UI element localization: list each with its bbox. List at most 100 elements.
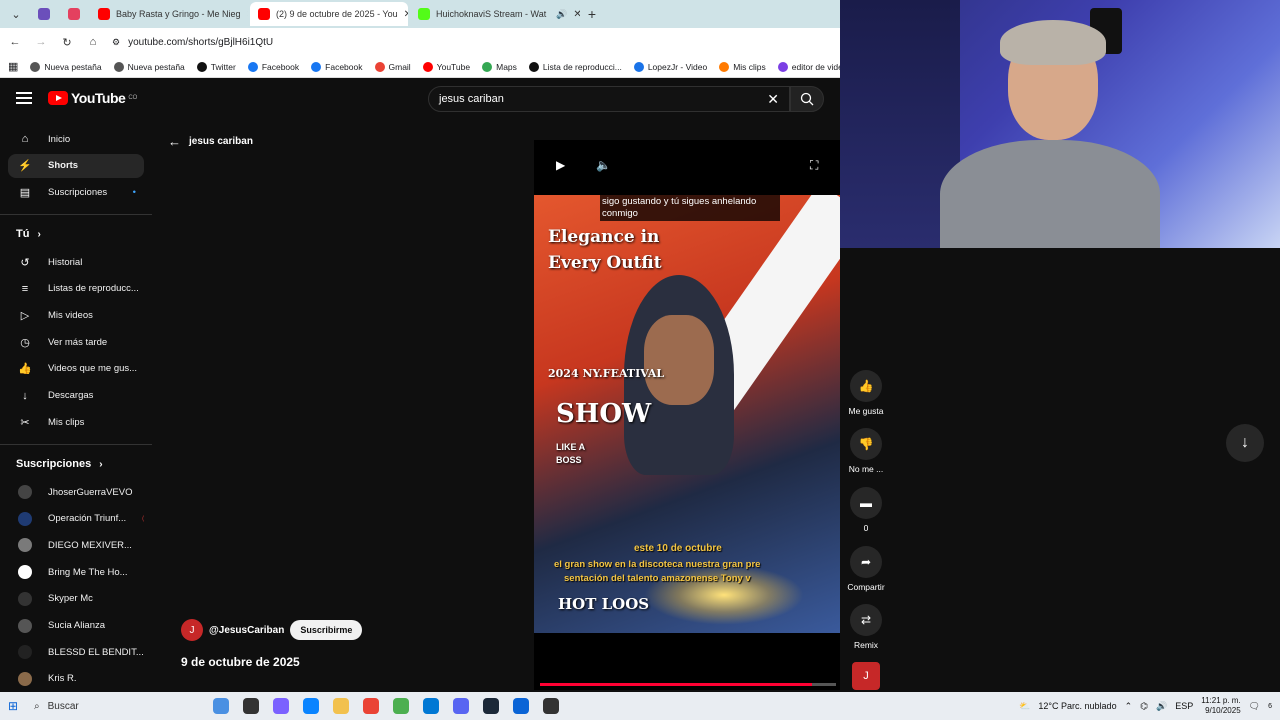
url-field[interactable]: ⚙ youtube.com/shorts/gBjlH6i1QtU (112, 31, 832, 53)
sidebar-item[interactable]: 👍 Videos que me gus... (8, 357, 144, 381)
taskbar-app-icon[interactable] (206, 692, 236, 720)
clear-search-icon[interactable]: ✕ (767, 91, 779, 108)
close-tab-icon[interactable]: ✕ (247, 9, 248, 20)
sidebar-item[interactable]: ▤ Suscripciones • (8, 180, 144, 204)
taskbar-app-icon[interactable] (326, 692, 356, 720)
subscription-item[interactable]: Sucia Alianza (8, 614, 144, 638)
bookmark-item[interactable]: Facebook (247, 61, 299, 72)
bookmark-item[interactable]: Nueva pestaña (30, 61, 102, 72)
video-face (644, 315, 714, 405)
subscription-item[interactable]: JhoserGuerraVEVO (8, 480, 144, 504)
share-action[interactable]: ➦ Compartir (840, 546, 892, 592)
comments-count: 0 (863, 523, 869, 533)
subscription-item[interactable]: Skyper Mc (8, 587, 144, 611)
taskbar-app-icon[interactable] (506, 692, 536, 720)
speaker-icon[interactable]: 🔊 (1156, 701, 1167, 712)
youtube-logo[interactable]: YouTube CO (48, 90, 137, 106)
bookmark-item[interactable]: Maps (482, 61, 517, 72)
sidebar-item[interactable]: ⌂ Inicio (8, 127, 144, 151)
tab-pinned-2[interactable] (60, 2, 88, 26)
bookmark-item[interactable]: Lista de reproducci... (528, 61, 622, 72)
subscription-item[interactable]: DIEGO MEXIVER...((•)) (8, 533, 144, 557)
taskbar-app-icon[interactable] (236, 692, 266, 720)
close-tab-icon[interactable]: ✕ (404, 9, 408, 20)
next-short-button[interactable]: ↓ (1226, 424, 1264, 462)
close-tab-icon[interactable]: ✕ (573, 9, 580, 20)
sidebar-item[interactable]: ≡ Listas de reproducc... (8, 277, 144, 301)
subscription-label: Operación Triunf... (48, 513, 127, 525)
subscription-item[interactable]: Operación Triunf... ((•)) (8, 507, 144, 531)
play-icon[interactable]: ▶ (556, 158, 565, 172)
menu-icon[interactable] (16, 92, 32, 104)
site-info-icon[interactable]: ⚙ (112, 37, 120, 48)
notifications-icon[interactable]: 🗨 (1249, 701, 1260, 712)
tab-bar: ⌄ Baby Rasta y Gringo - Me Nieg ✕ (2) 9 … (0, 0, 840, 28)
bookmark-item[interactable]: Facebook (311, 61, 363, 72)
bookmark-item[interactable]: YouTube (422, 61, 470, 72)
progress-bar[interactable] (540, 683, 836, 686)
bookmark-item[interactable]: editor de videos onl (777, 61, 840, 72)
fullscreen-icon[interactable]: ⛶ (810, 158, 818, 173)
windows-start-icon[interactable]: ⊞ (0, 692, 26, 720)
taskbar-app-icon[interactable] (266, 692, 296, 720)
tab-search-chevron-icon[interactable]: ⌄ (4, 2, 28, 26)
sidebar-item[interactable]: ✂ Mis clips (8, 410, 144, 434)
tray-chevron-icon[interactable]: ⌃ (1125, 701, 1133, 712)
sidebar-item[interactable]: ↓ Descargas (8, 384, 144, 408)
bookmark-item[interactable]: Gmail (374, 61, 411, 72)
tab-active-youtube[interactable]: (2) 9 de octubre de 2025 - You ✕ (250, 2, 408, 26)
taskbar-search[interactable]: ⌕ Buscar (26, 692, 206, 720)
taskbar-app-icon[interactable] (296, 692, 326, 720)
bookmark-item[interactable]: LopezJr - Video (633, 61, 707, 72)
tab-baby-rasta[interactable]: Baby Rasta y Gringo - Me Nieg ✕ (90, 2, 248, 26)
sidebar-item[interactable]: ◷ Ver más tarde (8, 330, 144, 354)
apps-grid-icon[interactable]: ▦ (8, 60, 18, 73)
subscriptions-section-header[interactable]: Suscripciones › (16, 458, 103, 470)
dislike-action[interactable]: 👎 No me ... (840, 428, 892, 474)
channel-avatar[interactable]: J (181, 619, 203, 641)
tab-pinned-1[interactable] (30, 2, 58, 26)
video-frame[interactable]: sigo gustando y tú sigues anhelando conm… (534, 195, 840, 633)
taskbar-app-icon[interactable] (356, 692, 386, 720)
tab-kick-stream[interactable]: HuichoknaviS Stream - Wat 🔊 ✕ (410, 2, 580, 26)
taskbar-app-icon[interactable] (446, 692, 476, 720)
back-arrow-icon[interactable]: ← (8, 35, 22, 49)
audio-playing-icon[interactable]: 🔊 (556, 9, 567, 20)
comments-action[interactable]: ▬ 0 (840, 487, 892, 533)
network-icon[interactable]: ⌬ (1140, 701, 1148, 712)
you-section-header[interactable]: Tú › (16, 228, 41, 240)
volume-icon[interactable]: 🔈 (596, 158, 611, 172)
weather-icon[interactable]: ⛅ (1019, 701, 1030, 712)
subscription-item[interactable]: Bring Me The Ho...((•)) (8, 560, 144, 584)
subscription-item[interactable]: BLESSD EL BENDIT... (8, 640, 144, 664)
arrow-down-icon: ↓ (1241, 434, 1249, 451)
home-icon[interactable]: ⌂ (86, 35, 100, 49)
thumbs-down-icon: 👎 (850, 428, 882, 460)
search-input[interactable]: jesus cariban ✕ (428, 86, 790, 112)
subscription-item[interactable]: Kris R. (8, 667, 144, 691)
lang-label[interactable]: ESP (1175, 701, 1193, 711)
search-button[interactable] (790, 86, 824, 112)
shorts-player[interactable]: ▶ 🔈 ⛶ sigo gustando y tú sigues anheland… (534, 140, 840, 690)
taskbar-app-icon[interactable] (416, 692, 446, 720)
forward-arrow-icon[interactable]: → (34, 35, 48, 49)
taskbar-app-icon[interactable] (476, 692, 506, 720)
channel-thumb-action[interactable]: J (840, 662, 892, 690)
remix-action[interactable]: ⇄ Remix (840, 604, 892, 650)
taskbar-app-icon[interactable] (386, 692, 416, 720)
taskbar-app-icon[interactable] (536, 692, 566, 720)
new-tab-button[interactable]: + (582, 6, 602, 22)
bookmark-item[interactable]: Nueva pestaña (113, 61, 185, 72)
sidebar-item[interactable]: ▷ Mis videos (8, 303, 144, 327)
sidebar-item[interactable]: ⚡ Shorts (8, 153, 144, 178)
channel-handle[interactable]: @JesusCariban (209, 625, 284, 636)
clock[interactable]: 11:21 p. m. 9/10/2025 (1201, 696, 1240, 716)
weather-label[interactable]: 12°C Parc. nublado (1038, 701, 1116, 711)
back-to-results[interactable]: ← jesus cariban (168, 134, 253, 149)
like-action[interactable]: 👍 Me gusta (840, 370, 892, 416)
bookmark-item[interactable]: Mis clips (719, 61, 766, 72)
sidebar-item[interactable]: ↺ Historial (8, 250, 144, 274)
bookmark-item[interactable]: Twitter (196, 61, 236, 72)
subscribe-button[interactable]: Suscribirme (290, 620, 363, 640)
reload-icon[interactable]: ↻ (60, 35, 74, 49)
